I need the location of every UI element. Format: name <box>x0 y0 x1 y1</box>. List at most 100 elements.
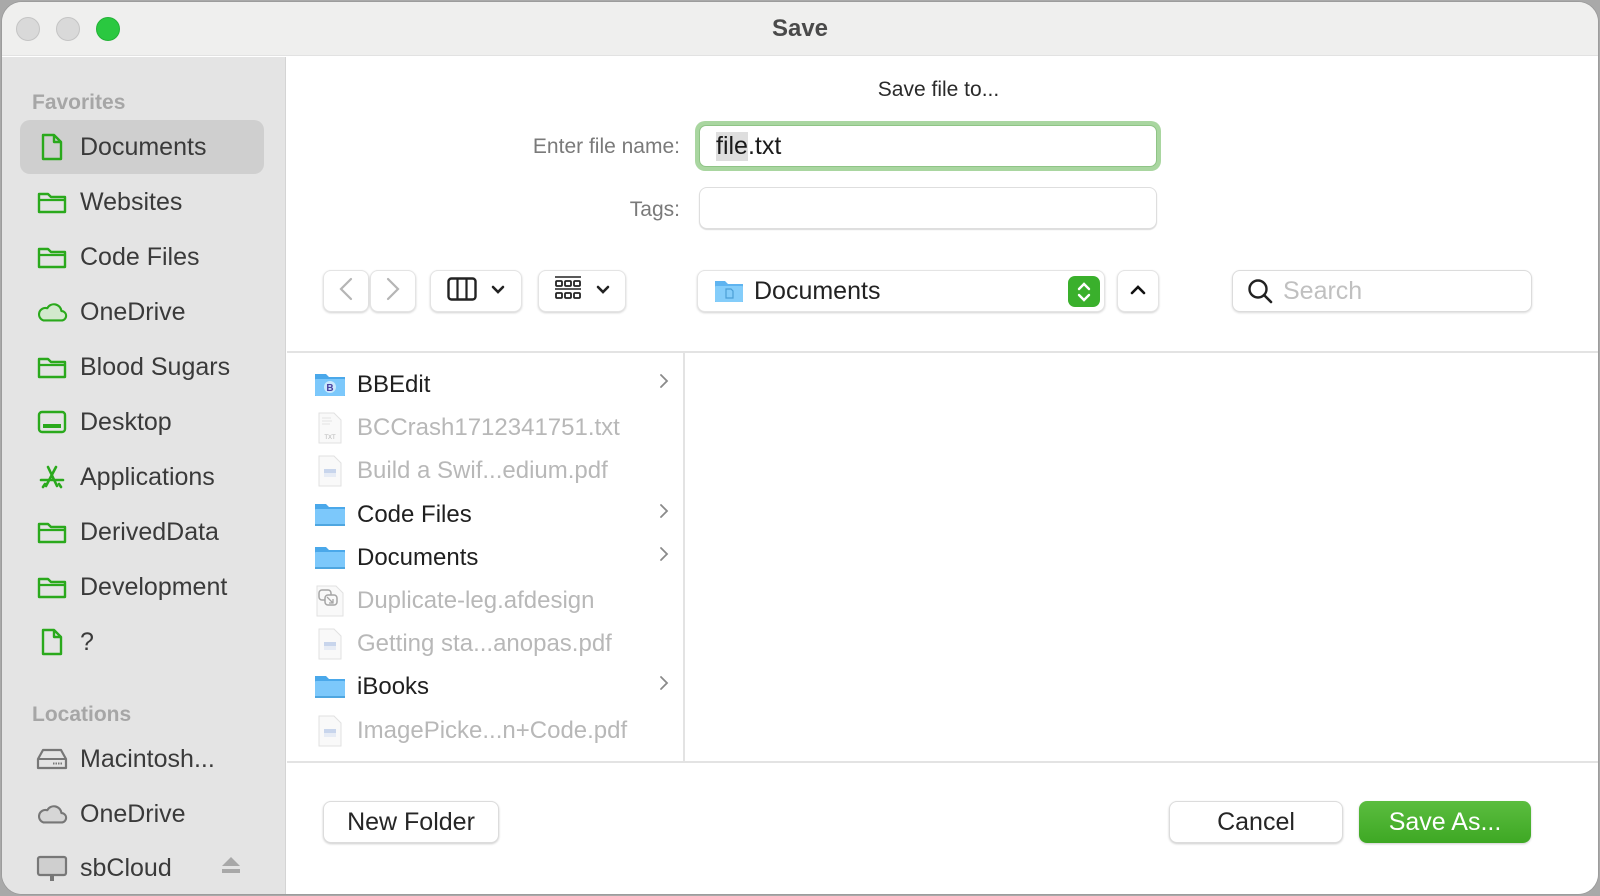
sidebar: Favorites Documents Websites Code Files … <box>2 57 286 894</box>
sidebar-item-unknown-document[interactable]: ? <box>20 615 264 669</box>
up-down-chevron-icon <box>1068 276 1100 307</box>
file-row[interactable]: Getting sta...anopas.pdf <box>313 624 673 664</box>
document-icon <box>36 132 68 162</box>
folder-icon <box>313 542 347 574</box>
file-name: Getting sta...anopas.pdf <box>357 630 612 658</box>
folder-row[interactable]: Documents <box>313 538 673 578</box>
tags-field[interactable] <box>699 187 1157 229</box>
folder-row[interactable]: B BBEdit <box>313 365 673 405</box>
sidebar-item-onedrive-location[interactable]: OneDrive <box>20 787 264 841</box>
sidebar-item-sbcloud[interactable]: sbCloud <box>20 841 264 894</box>
sidebar-item-label: Development <box>80 572 228 601</box>
search-input[interactable] <box>1283 276 1513 306</box>
save-dialog-window: Save Favorites Documents Websites Code F… <box>2 2 1598 894</box>
bbedit-folder-icon: B <box>313 369 347 401</box>
pdf-file-icon <box>313 455 347 487</box>
window-title: Save <box>771 15 829 42</box>
cloud-icon <box>36 799 68 829</box>
forward-button[interactable] <box>370 270 416 312</box>
afdesign-file-icon <box>313 585 347 617</box>
chevron-up-icon <box>1130 282 1146 300</box>
sidebar-item-macintosh-hd[interactable]: Macintosh... <box>20 732 264 786</box>
eject-icon[interactable] <box>220 855 242 880</box>
filename-label: Enter file name: <box>532 135 680 158</box>
column-view-icon <box>447 276 477 306</box>
sidebar-item-label: Documents <box>80 132 207 161</box>
search-field[interactable] <box>1232 270 1532 312</box>
favorites-heading: Favorites <box>32 91 126 114</box>
locations-heading: Locations <box>32 703 132 726</box>
sidebar-item-label: Code Files <box>80 242 200 271</box>
sidebar-item-documents[interactable]: Documents <box>20 120 264 174</box>
txt-file-icon: TXT <box>313 412 347 444</box>
folder-icon <box>36 352 68 382</box>
file-name: Duplicate-leg.afdesign <box>357 587 595 614</box>
folder-icon <box>313 671 347 703</box>
file-row[interactable]: ImagePicke...n+Code.pdf <box>313 711 673 751</box>
filename-extension: .txt <box>747 131 782 160</box>
sidebar-item-label: Desktop <box>80 407 172 436</box>
hard-drive-icon <box>36 744 68 774</box>
svg-text:TXT: TXT <box>324 435 336 441</box>
pdf-file-icon <box>313 628 347 660</box>
file-name: Build a Swif...edium.pdf <box>357 457 608 485</box>
file-column: B BBEdit TXT BCCrash1712341751.txt Build a S… <box>287 353 685 761</box>
folder-icon <box>36 572 68 602</box>
chevron-right-icon <box>386 277 400 306</box>
chevron-right-icon <box>659 675 669 696</box>
file-row[interactable]: Build a Swif...edium.pdf <box>313 451 673 491</box>
filename-field-focus-ring: file .txt <box>695 121 1161 171</box>
folder-row[interactable]: iBooks <box>313 667 673 707</box>
expand-collapse-button[interactable] <box>1117 270 1159 312</box>
documents-folder-icon <box>714 278 744 304</box>
filename-field[interactable]: file .txt <box>699 125 1157 167</box>
back-button[interactable] <box>323 270 369 312</box>
location-popup-label: Documents <box>754 276 881 305</box>
folder-icon <box>313 499 347 531</box>
sidebar-item-deriveddata[interactable]: DerivedData <box>20 505 264 559</box>
network-drive-icon <box>36 853 68 883</box>
sidebar-item-blood-sugars[interactable]: Blood Sugars <box>20 340 264 394</box>
chevron-right-icon <box>659 546 669 567</box>
folder-icon <box>36 517 68 547</box>
cloud-icon <box>36 297 68 327</box>
file-name: Documents <box>357 543 479 571</box>
new-folder-button[interactable]: New Folder <box>323 801 499 843</box>
file-name: iBooks <box>357 673 430 701</box>
file-name: ImagePicke...n+Code.pdf <box>357 716 628 744</box>
sidebar-item-desktop[interactable]: Desktop <box>20 395 264 449</box>
sidebar-item-label: sbCloud <box>80 853 172 882</box>
file-row[interactable]: TXT BCCrash1712341751.txt <box>313 408 673 448</box>
save-as-button[interactable]: Save As... <box>1359 801 1531 843</box>
location-popup[interactable]: Documents <box>697 270 1105 312</box>
filename-selected-text: file <box>716 131 748 161</box>
file-row[interactable]: Duplicate-leg.afdesign <box>313 581 673 621</box>
tags-label: Tags: <box>629 198 680 221</box>
sidebar-item-websites[interactable]: Websites <box>20 175 264 229</box>
cancel-button[interactable]: Cancel <box>1169 801 1343 843</box>
folder-icon <box>36 242 68 272</box>
view-mode-button[interactable] <box>430 270 522 312</box>
sidebar-item-label: OneDrive <box>80 297 186 326</box>
sidebar-item-development[interactable]: Development <box>20 560 264 614</box>
title-bar: Save <box>2 2 1598 56</box>
search-icon <box>1247 278 1273 304</box>
folder-row[interactable]: Code Files <box>313 495 673 535</box>
desktop-icon <box>36 407 68 437</box>
document-icon <box>36 627 68 657</box>
applications-icon <box>36 462 68 492</box>
chevron-left-icon <box>339 277 353 306</box>
sidebar-item-code-files[interactable]: Code Files <box>20 230 264 284</box>
sidebar-item-applications[interactable]: Applications <box>20 450 264 504</box>
sidebar-item-label: Macintosh... <box>80 744 215 773</box>
chevron-down-icon <box>596 282 610 300</box>
sidebar-item-label: OneDrive <box>80 799 186 828</box>
sidebar-item-onedrive[interactable]: OneDrive <box>20 285 264 339</box>
chevron-right-icon <box>659 373 669 394</box>
sidebar-item-label: Blood Sugars <box>80 352 231 381</box>
file-name: BCCrash1712341751.txt <box>357 414 620 442</box>
group-button[interactable] <box>538 270 626 312</box>
chevron-right-icon <box>659 503 669 524</box>
pdf-file-icon <box>313 715 347 747</box>
file-name: Code Files <box>357 500 472 528</box>
